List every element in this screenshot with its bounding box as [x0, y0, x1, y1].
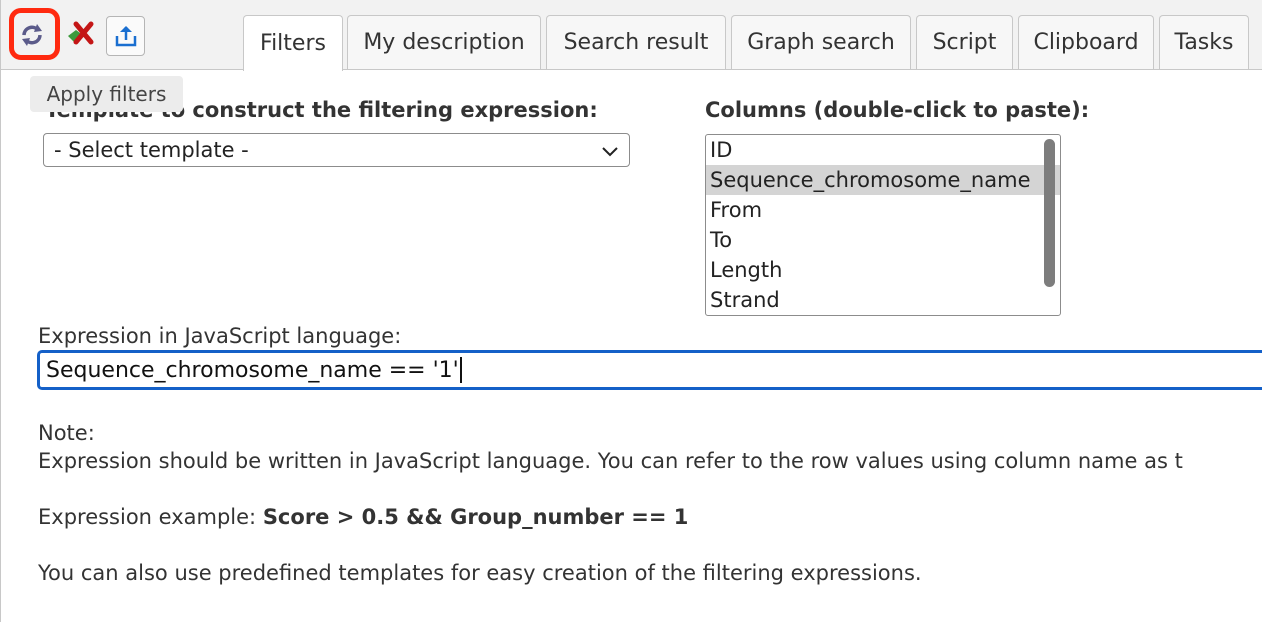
template-select-value: - Select template -: [54, 138, 249, 162]
tab-search-result[interactable]: Search result: [546, 15, 726, 69]
templates-note: You can also use predefined templates fo…: [38, 561, 922, 585]
columns-listbox[interactable]: ID Sequence_chromosome_name From To Leng…: [705, 134, 1061, 316]
columns-label: Columns (double-click to paste):: [705, 98, 1090, 122]
column-option-sequence-chromosome-name[interactable]: Sequence_chromosome_name: [706, 165, 1060, 195]
column-option-strand[interactable]: Strand: [706, 285, 1060, 315]
toolbar: Filters My description Search result Gra…: [1, 0, 1262, 71]
apply-filters-tooltip: Apply filters: [30, 76, 183, 112]
text-caret: [459, 357, 462, 383]
refresh-icon: [22, 24, 42, 46]
column-option-length[interactable]: Length: [706, 255, 1060, 285]
note-text: Expression should be written in JavaScri…: [38, 449, 1183, 473]
example-prefix: Expression example:: [38, 505, 263, 529]
tab-tasks[interactable]: Tasks: [1159, 15, 1249, 69]
note-heading: Note:: [38, 421, 95, 445]
clear-filter-icon: [68, 21, 94, 45]
expression-value: Sequence_chromosome_name == '1': [46, 357, 459, 383]
export-button[interactable]: [106, 16, 145, 56]
expression-input[interactable]: Sequence_chromosome_name == '1': [37, 350, 1262, 390]
chevron-down-icon: [602, 147, 618, 157]
tab-filters[interactable]: Filters: [243, 15, 343, 71]
column-option-to[interactable]: To: [706, 225, 1060, 255]
column-option-id[interactable]: ID: [706, 135, 1060, 165]
tab-clipboard[interactable]: Clipboard: [1018, 15, 1154, 69]
template-select[interactable]: - Select template -: [43, 133, 630, 167]
clear-filters-button[interactable]: [65, 16, 95, 54]
apply-filters-button[interactable]: [17, 16, 47, 54]
expression-label: Expression in JavaScript language:: [38, 324, 402, 348]
columns-scrollbar[interactable]: [1044, 139, 1055, 287]
tab-script[interactable]: Script: [916, 15, 1013, 69]
expression-example: Expression example: Score > 0.5 && Group…: [38, 505, 688, 529]
example-code: Score > 0.5 && Group_number == 1: [262, 505, 689, 529]
export-icon: [115, 26, 136, 47]
column-option-from[interactable]: From: [706, 195, 1060, 225]
tab-my-description[interactable]: My description: [347, 15, 541, 69]
tab-graph-search[interactable]: Graph search: [731, 15, 911, 69]
filters-panel: Filters My description Search result Gra…: [0, 0, 1262, 622]
